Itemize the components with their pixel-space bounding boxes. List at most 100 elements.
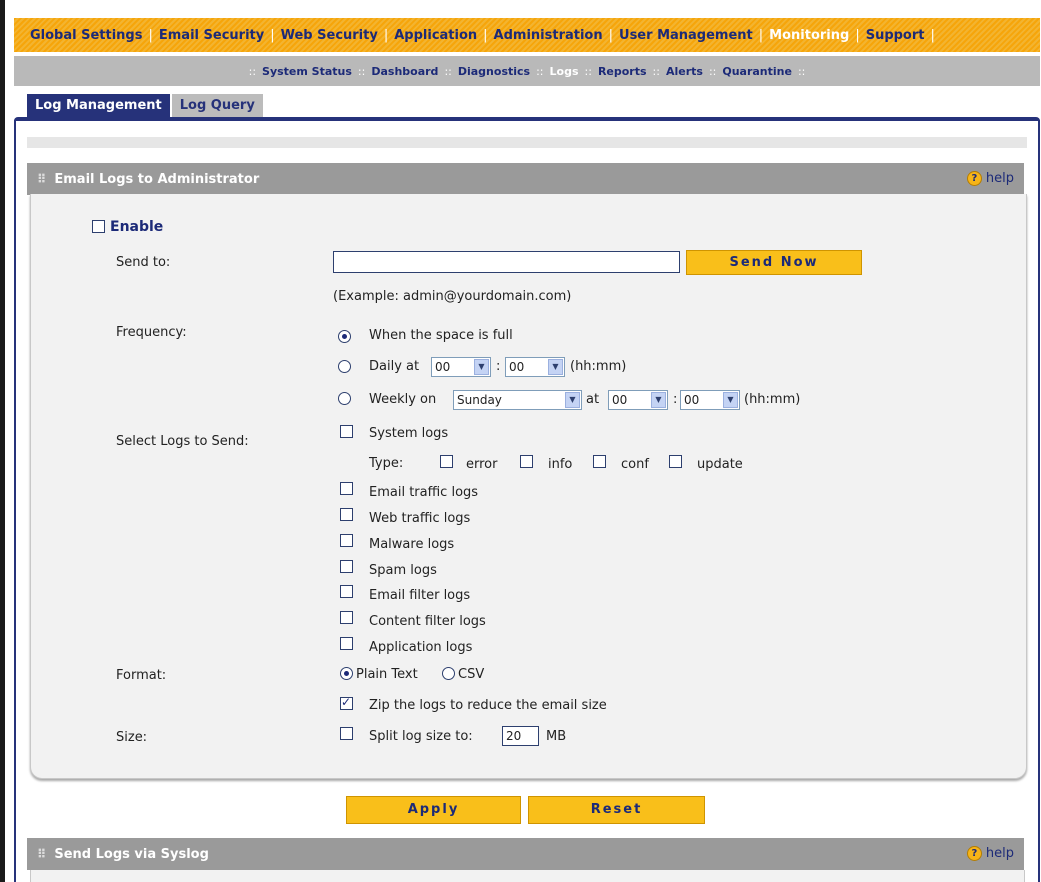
- malware-logs-checkbox[interactable]: [340, 534, 353, 547]
- web-traffic-logs-label: Web traffic logs: [369, 511, 471, 526]
- syslog-help-link[interactable]: ? help: [966, 846, 1014, 861]
- type-info-label: info: [548, 457, 573, 472]
- daily-hour-select[interactable]: 00 ▼: [431, 357, 491, 377]
- top-navigation: Global Settings | Email Security | Web Sec…: [14, 18, 1040, 52]
- format-plain-text-radio[interactable]: [340, 667, 353, 680]
- chevron-down-icon: ▼: [565, 392, 580, 408]
- email-logs-help-link[interactable]: ? help: [966, 171, 1014, 186]
- frequency-space-full-label: When the space is full: [369, 328, 513, 343]
- subnav-separator: ::: [797, 64, 806, 78]
- frequency-label: Frequency:: [116, 325, 187, 340]
- nav-email-security[interactable]: Email Security: [153, 28, 270, 43]
- reset-button[interactable]: Reset: [528, 796, 705, 824]
- help-icon: ?: [966, 846, 982, 861]
- format-label: Format:: [116, 668, 167, 683]
- subnav-system-status[interactable]: System Status: [262, 65, 352, 78]
- tab-log-management[interactable]: Log Management: [27, 94, 170, 118]
- application-logs-checkbox[interactable]: [340, 637, 353, 650]
- nav-user-management[interactable]: User Management: [613, 28, 759, 43]
- type-update-checkbox[interactable]: [669, 455, 682, 468]
- select-logs-label: Select Logs to Send:: [116, 434, 249, 449]
- application-logs-label: Application logs: [369, 640, 473, 655]
- subnav-diagnostics[interactable]: Diagnostics: [458, 65, 530, 78]
- split-size-unit: MB: [546, 729, 567, 744]
- subnav-separator: ::: [584, 64, 592, 78]
- subnav-quarantine[interactable]: Quarantine: [722, 65, 792, 78]
- syslog-section-header: ⠿ Send Logs via Syslog ? help: [27, 838, 1024, 870]
- tab-bar: Log Management Log Query: [27, 94, 265, 118]
- subnav-separator: ::: [536, 64, 544, 78]
- enable-checkbox[interactable]: [92, 220, 105, 233]
- nav-support[interactable]: Support: [860, 28, 931, 43]
- sub-navigation: :: System Status:: Dashboard:: Diagnosti…: [14, 56, 1040, 86]
- daily-minute-select[interactable]: 00 ▼: [505, 357, 565, 377]
- nav-application[interactable]: Application: [388, 28, 483, 43]
- email-traffic-logs-checkbox[interactable]: [340, 482, 353, 495]
- split-log-checkbox[interactable]: [340, 727, 353, 740]
- zip-logs-label: Zip the logs to reduce the email size: [369, 698, 607, 713]
- subnav-reports[interactable]: Reports: [598, 65, 647, 78]
- daily-hour-value: 00: [435, 360, 451, 374]
- email-logs-panel: [30, 194, 1027, 779]
- type-label: Type:: [369, 456, 404, 471]
- split-size-input[interactable]: 20: [502, 726, 539, 746]
- apply-button[interactable]: Apply: [346, 796, 521, 824]
- content-frame-left: [14, 120, 16, 882]
- format-csv-radio[interactable]: [442, 667, 455, 680]
- nav-global-settings[interactable]: Global Settings: [24, 28, 148, 43]
- send-to-input[interactable]: [333, 251, 680, 273]
- zip-logs-checkbox[interactable]: [340, 695, 353, 710]
- help-label: help: [985, 171, 1014, 186]
- grip-icon: ⠿: [37, 172, 47, 186]
- subnav-dashboard[interactable]: Dashboard: [371, 65, 438, 78]
- content-filter-logs-checkbox[interactable]: [340, 611, 353, 624]
- size-label: Size:: [116, 730, 148, 745]
- time-colon: :: [673, 392, 678, 407]
- weekly-hour-value: 00: [612, 393, 628, 407]
- chevron-down-icon: ▼: [723, 392, 738, 408]
- syslog-panel: [30, 870, 1025, 882]
- nav-monitoring[interactable]: Monitoring: [763, 28, 855, 43]
- content-frame-right: [1038, 120, 1040, 882]
- malware-logs-label: Malware logs: [369, 537, 455, 552]
- type-conf-checkbox[interactable]: [593, 455, 606, 468]
- top-spacer-strip: [27, 137, 1027, 148]
- system-logs-checkbox[interactable]: [340, 425, 353, 438]
- subnav-alerts[interactable]: Alerts: [666, 65, 703, 78]
- email-filter-logs-checkbox[interactable]: [340, 585, 353, 598]
- weekly-day-value: Sunday: [457, 393, 502, 407]
- weekly-minute-value: 00: [684, 393, 700, 407]
- format-plain-text-label: Plain Text: [356, 667, 418, 682]
- chevron-down-icon: ▼: [651, 392, 666, 408]
- tab-underline: [14, 117, 1040, 121]
- web-traffic-logs-checkbox[interactable]: [340, 508, 353, 521]
- type-error-checkbox[interactable]: [440, 455, 453, 468]
- enable-label: Enable: [110, 219, 164, 235]
- frequency-weekly-radio[interactable]: [338, 392, 351, 405]
- chevron-down-icon: ▼: [474, 359, 489, 375]
- tab-log-query[interactable]: Log Query: [171, 94, 263, 118]
- send-now-button[interactable]: Send Now: [686, 250, 862, 275]
- frequency-daily-radio[interactable]: [338, 360, 351, 373]
- left-frame-edge: [0, 0, 5, 882]
- grip-icon: ⠿: [37, 847, 47, 861]
- daily-time-format: (hh:mm): [570, 359, 627, 374]
- time-colon: :: [496, 359, 501, 374]
- weekly-day-select[interactable]: Sunday ▼: [453, 390, 582, 410]
- subnav-logs[interactable]: Logs: [550, 65, 579, 78]
- nav-administration[interactable]: Administration: [488, 28, 609, 43]
- system-logs-label: System logs: [369, 426, 449, 441]
- spam-logs-checkbox[interactable]: [340, 560, 353, 573]
- subnav-separator: ::: [708, 64, 717, 78]
- help-label: help: [985, 846, 1014, 861]
- subnav-separator: ::: [652, 64, 660, 78]
- nav-web-security[interactable]: Web Security: [275, 28, 384, 43]
- weekly-hour-select[interactable]: 00 ▼: [608, 390, 668, 410]
- nav-separator: |: [930, 27, 935, 43]
- weekly-minute-select[interactable]: 00 ▼: [680, 390, 740, 410]
- frequency-weekly-label: Weekly on: [369, 392, 437, 407]
- type-info-checkbox[interactable]: [520, 455, 533, 468]
- content-filter-logs-label: Content filter logs: [369, 614, 486, 629]
- subnav-separator: ::: [444, 64, 452, 78]
- frequency-space-full-radio[interactable]: [338, 330, 351, 343]
